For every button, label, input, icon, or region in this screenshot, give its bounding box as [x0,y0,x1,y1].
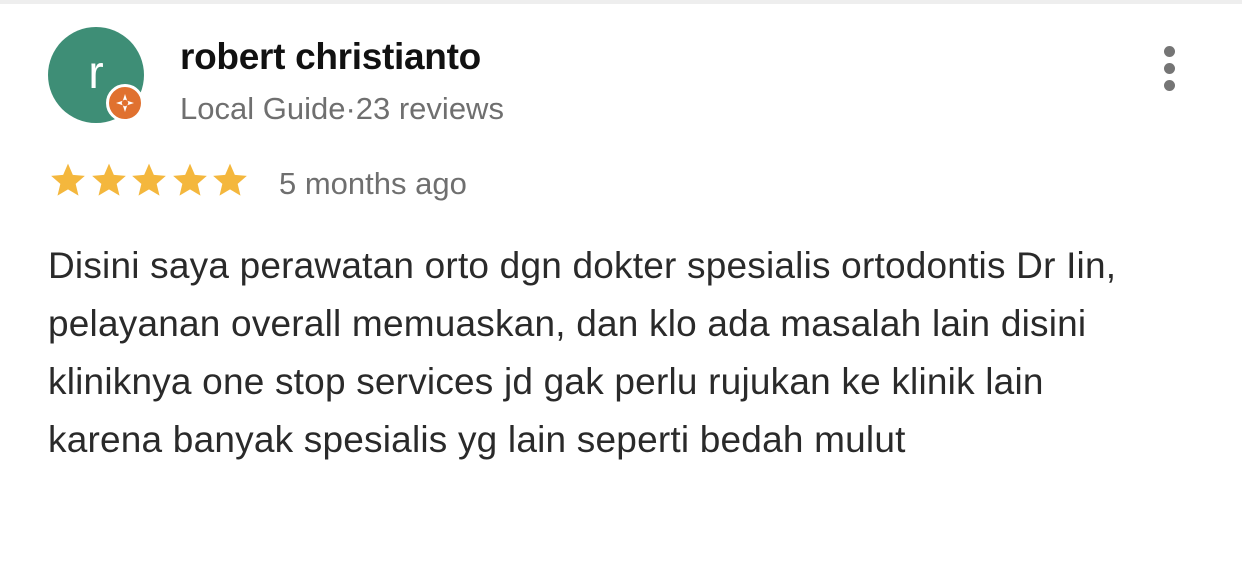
star-rating [48,156,251,206]
review-time: 5 months ago [279,166,467,201]
review-text: Disini saya perawatan orto dgn dokter sp… [48,245,1117,460]
star-icon [172,163,207,196]
review-card: r robert christianto Local Guide·23 revi… [0,0,1242,566]
avatar-initial: r [88,46,104,98]
star-icon [51,163,85,196]
author-meta: Local Guide·23 reviews [180,91,504,126]
star-icon [213,163,247,196]
more-vert-icon-dot [1164,63,1175,74]
more-options-button[interactable] [1150,40,1190,96]
more-vert-icon [1164,46,1175,57]
author-name[interactable]: robert christianto [180,36,481,78]
star-icon [132,163,166,196]
star-icon [91,163,126,196]
more-vert-icon-dot [1164,80,1175,91]
local-guide-badge-icon [106,84,144,122]
